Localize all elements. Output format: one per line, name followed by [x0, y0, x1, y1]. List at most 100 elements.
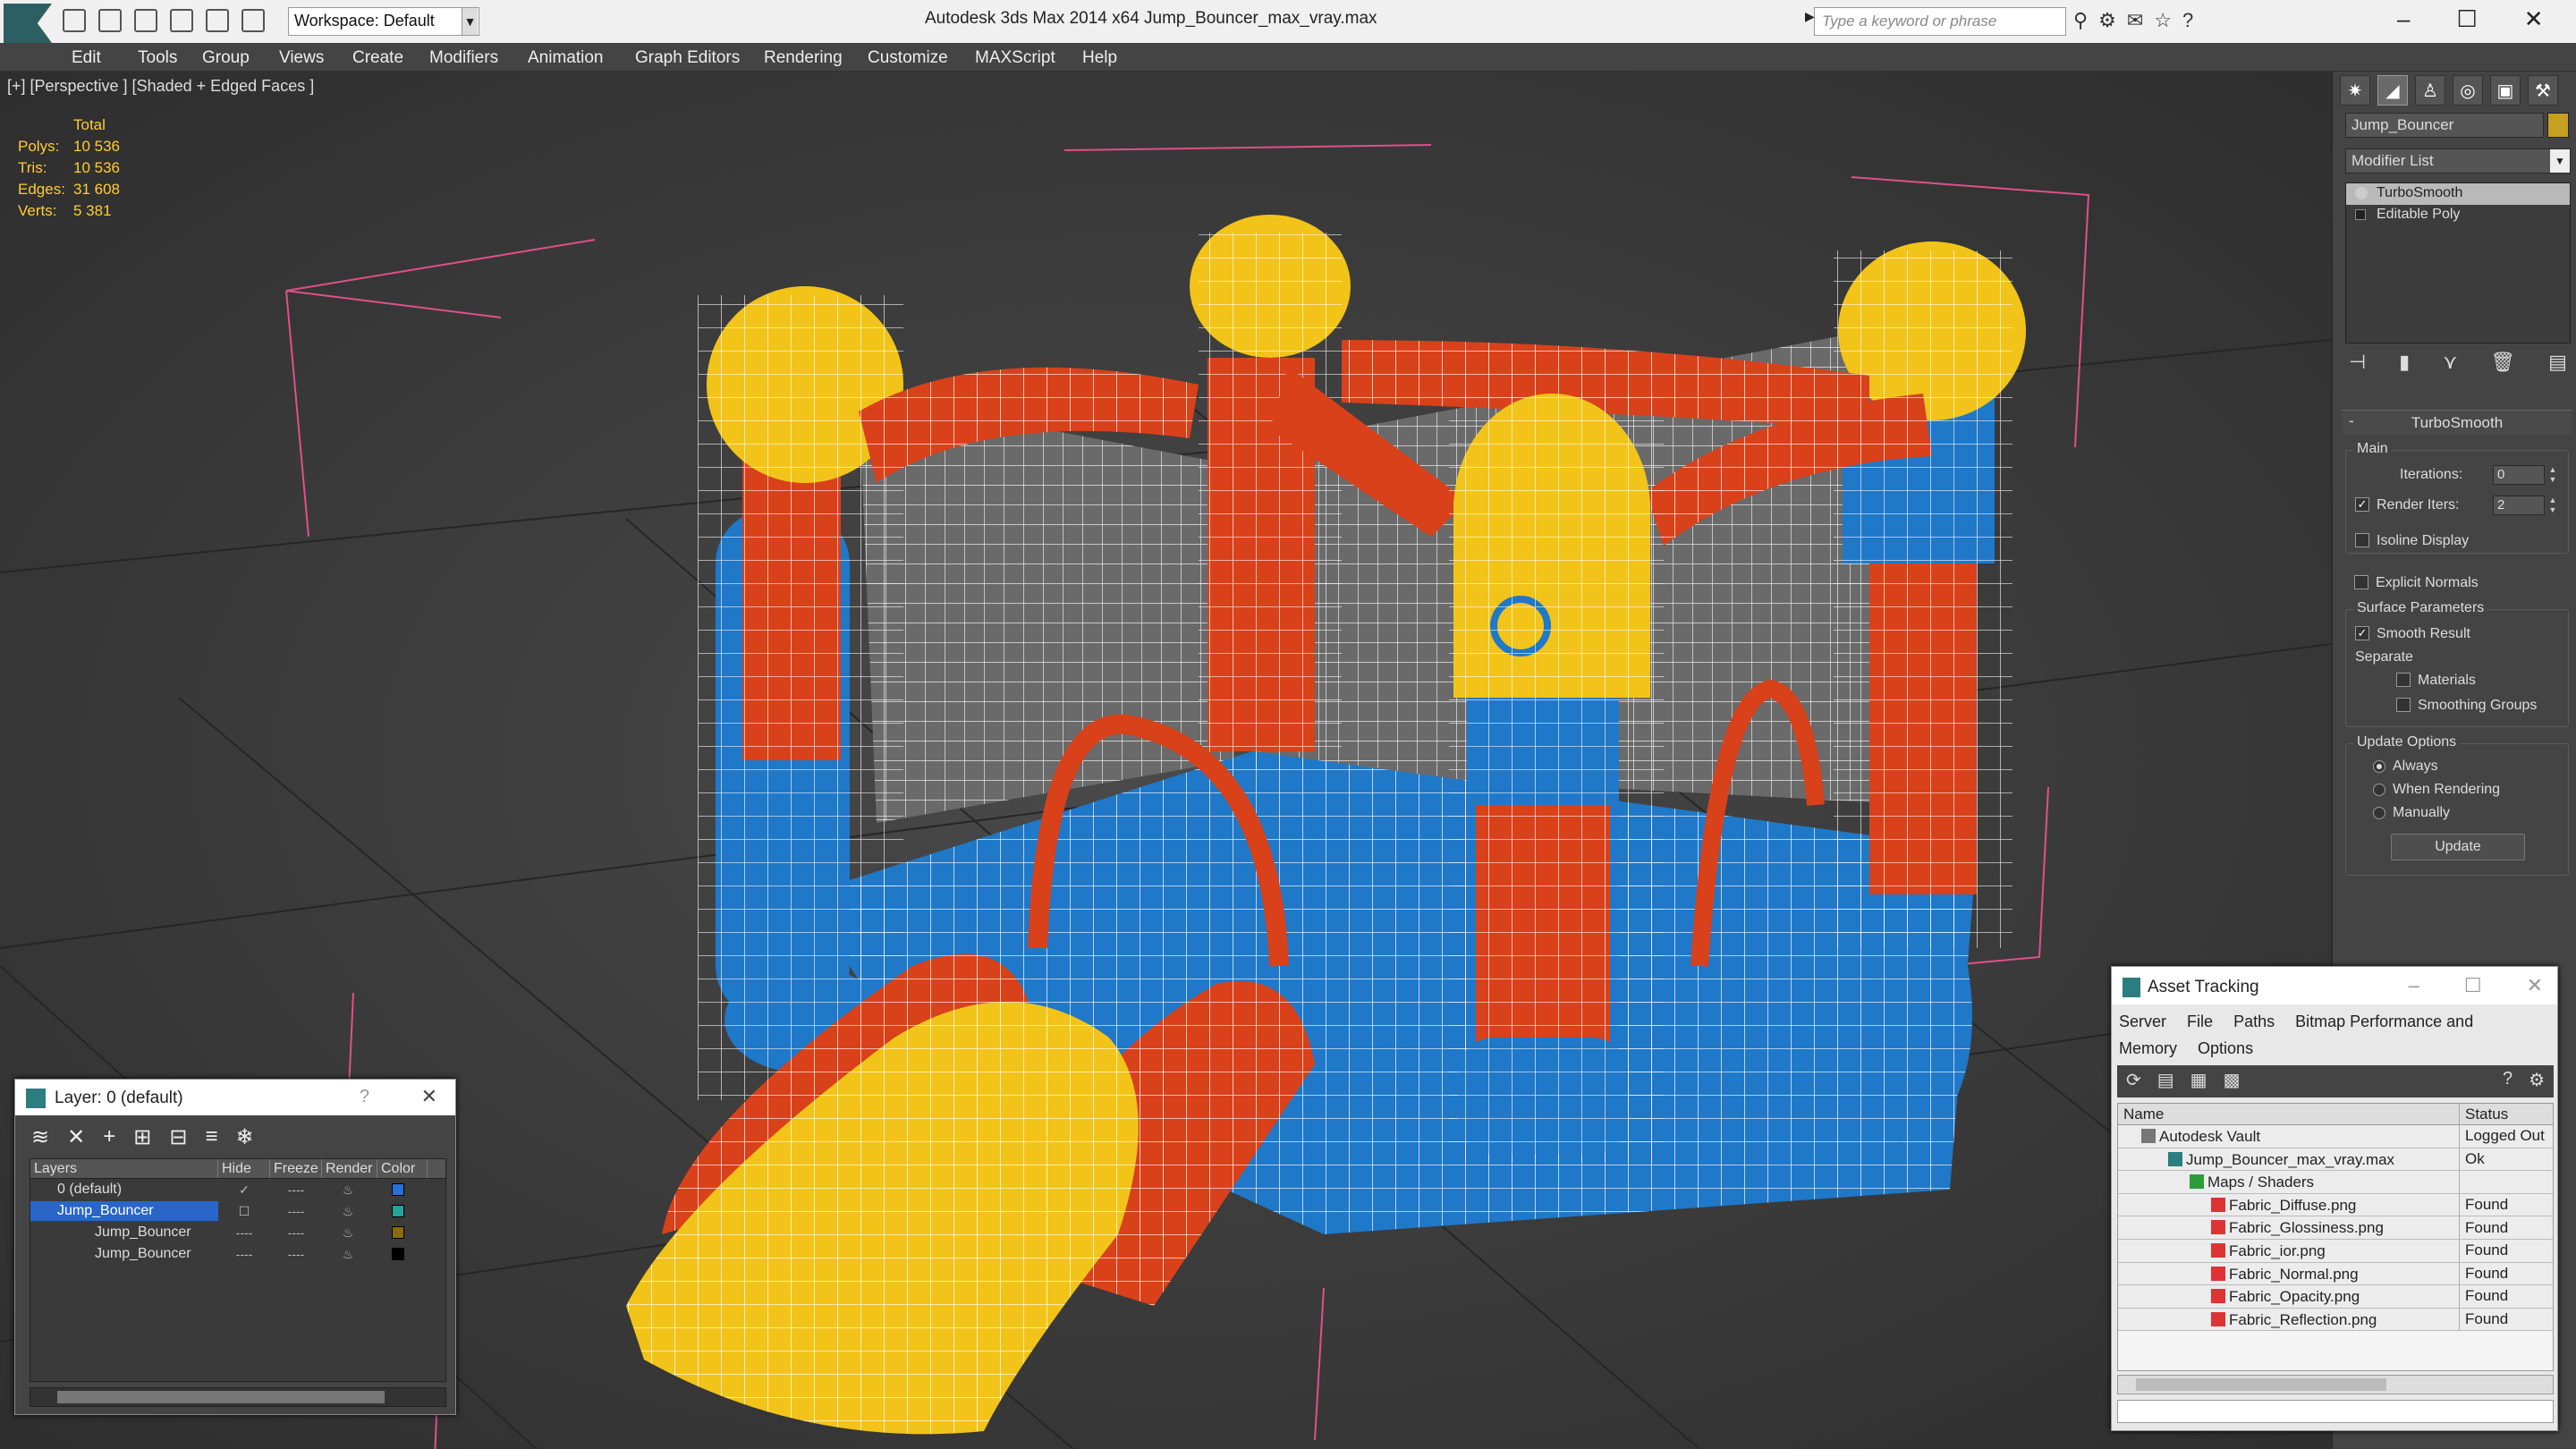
menu-edit[interactable]: Edit — [72, 48, 101, 68]
favorites-star-icon[interactable]: ☆ — [2154, 9, 2172, 32]
layer-color-swatch[interactable] — [392, 1248, 404, 1260]
column-color[interactable]: Color — [377, 1159, 428, 1178]
column-hide[interactable]: Hide — [218, 1159, 270, 1178]
asset-row[interactable]: Fabric_Normal.png Found — [2118, 1262, 2553, 1286]
column-layers[interactable]: Layers — [30, 1159, 218, 1178]
show-end-result-icon[interactable]: ▮ — [2399, 351, 2410, 383]
select-objects-icon[interactable]: ⊞ — [133, 1124, 151, 1150]
list-view-icon[interactable]: ▤ — [2157, 1069, 2174, 1094]
layer-row[interactable]: 0 (default) ✓ ---- ♨ — [30, 1179, 445, 1200]
dialog-titlebar[interactable]: Asset Tracking – ☐ ✕ — [2112, 967, 2557, 1004]
hide-toggle[interactable]: ☐ — [218, 1204, 270, 1219]
asset-row[interactable]: Autodesk Vault Logged Out — [2118, 1125, 2553, 1148]
teapot-icon[interactable]: ♨ — [322, 1182, 374, 1198]
layer-row[interactable]: Jump_Bouncer ---- ---- ♨ — [30, 1243, 445, 1265]
redo-icon[interactable] — [206, 9, 229, 32]
column-render[interactable]: Render — [322, 1159, 377, 1178]
menu-file[interactable]: File — [2187, 1013, 2213, 1030]
object-name-field[interactable]: Jump_Bouncer — [2345, 113, 2544, 138]
table-view-icon[interactable]: ▩ — [2224, 1069, 2241, 1094]
column-freeze[interactable]: Freeze — [270, 1159, 322, 1178]
maximize-icon[interactable]: ☐ — [2456, 5, 2477, 33]
teapot-icon[interactable]: ♨ — [322, 1225, 374, 1241]
layer-color-swatch[interactable] — [392, 1226, 404, 1239]
minimize-icon[interactable]: – — [2409, 974, 2419, 997]
menu-server[interactable]: Server — [2119, 1013, 2166, 1030]
render-iters-spinner[interactable]: 2 — [2493, 496, 2545, 515]
menu-create[interactable]: Create — [352, 48, 403, 68]
smoothing-groups-checkbox[interactable] — [2396, 698, 2411, 712]
menu-group[interactable]: Group — [202, 48, 250, 68]
column-status[interactable]: Status — [2460, 1104, 2553, 1124]
asset-row[interactable]: Maps / Shaders — [2118, 1171, 2553, 1194]
layer-row[interactable]: Jump_Bouncer ---- ---- ♨ — [30, 1222, 445, 1243]
make-unique-icon[interactable]: ⋎ — [2443, 351, 2457, 383]
menu-paths[interactable]: Paths — [2233, 1013, 2275, 1030]
isoline-checkbox[interactable] — [2355, 533, 2369, 547]
display-tab-icon[interactable]: ▣ — [2490, 75, 2521, 106]
spinner-arrows-icon[interactable]: ▲ ▼ — [2546, 465, 2559, 485]
menu-tools[interactable]: Tools — [138, 48, 177, 68]
project-folder-icon[interactable] — [242, 9, 265, 32]
tree-view-icon[interactable]: ▦ — [2190, 1069, 2207, 1094]
menu-graph-editors[interactable]: Graph Editors — [635, 48, 740, 68]
path-input[interactable] — [2117, 1400, 2554, 1423]
modify-tab-icon[interactable]: ◢ — [2377, 75, 2408, 106]
horizontal-scrollbar[interactable] — [30, 1387, 446, 1407]
maximize-icon[interactable]: ☐ — [2464, 974, 2482, 997]
create-tab-icon[interactable]: ✷ — [2340, 75, 2370, 106]
collapse-icon[interactable]: - — [2349, 412, 2354, 430]
hide-all-icon[interactable]: ≡ — [205, 1124, 217, 1150]
asset-row[interactable]: Jump_Bouncer_max_vray.max Ok — [2118, 1148, 2553, 1172]
rollout-header[interactable]: - TurboSmooth — [2342, 411, 2572, 434]
scrollbar-thumb[interactable] — [57, 1391, 385, 1403]
pin-stack-icon[interactable]: ⊣ — [2349, 351, 2366, 383]
dialog-titlebar[interactable]: Layer: 0 (default) ? ✕ — [15, 1080, 455, 1115]
when-rendering-radio[interactable] — [2373, 784, 2385, 796]
materials-checkbox[interactable] — [2396, 673, 2411, 687]
menu-rendering[interactable]: Rendering — [764, 48, 843, 68]
undo-icon[interactable] — [170, 9, 193, 32]
modifier-list-dropdown[interactable]: Modifier List ▼ — [2345, 148, 2571, 174]
expand-box-icon[interactable] — [2355, 209, 2366, 220]
new-file-icon[interactable] — [63, 9, 86, 32]
menu-options[interactable]: Options — [2198, 1039, 2253, 1057]
workspace-dropdown[interactable]: Workspace: Default — [288, 7, 479, 36]
asset-row[interactable]: Fabric_ior.png Found — [2118, 1239, 2553, 1263]
viewport-label[interactable]: [+] [Perspective ] [Shaded + Edged Faces… — [7, 77, 314, 96]
render-iters-checkbox[interactable]: ✓ — [2355, 497, 2369, 512]
asset-row[interactable]: Fabric_Reflection.png Found — [2118, 1308, 2553, 1332]
menu-bitmap-performance[interactable]: Bitmap Performance and Memory — [2119, 1013, 2473, 1057]
layer-row[interactable]: Jump_Bouncer ☐ ---- ♨ — [30, 1200, 445, 1222]
minimize-icon[interactable]: – — [2397, 5, 2410, 33]
new-layer-icon[interactable]: ≋ — [31, 1124, 49, 1150]
explicit-normals-checkbox[interactable] — [2354, 575, 2368, 589]
configure-sets-icon[interactable]: ▤ — [2548, 351, 2567, 383]
layer-color-swatch[interactable] — [392, 1183, 404, 1196]
freeze-toggle[interactable]: ---- — [270, 1225, 322, 1240]
close-icon[interactable]: ✕ — [2524, 5, 2544, 33]
column-name[interactable]: Name — [2118, 1104, 2460, 1124]
teapot-icon[interactable]: ♨ — [322, 1204, 374, 1219]
open-file-icon[interactable] — [98, 9, 122, 32]
freeze-toggle[interactable]: ---- — [270, 1204, 322, 1218]
smooth-result-checkbox[interactable]: ✓ — [2355, 626, 2369, 640]
spinner-arrows-icon[interactable]: ▲ ▼ — [2546, 496, 2559, 515]
manually-radio[interactable] — [2373, 807, 2385, 819]
help-icon[interactable]: ? — [2503, 1069, 2512, 1094]
asset-row[interactable]: Fabric_Glossiness.png Found — [2118, 1216, 2553, 1240]
menu-customize[interactable]: Customize — [868, 48, 948, 68]
always-radio[interactable] — [2373, 760, 2385, 773]
binoculars-icon[interactable]: ⚲ — [2073, 9, 2088, 32]
utilities-tab-icon[interactable]: ⚒ — [2528, 75, 2558, 106]
freeze-toggle[interactable]: ---- — [270, 1247, 322, 1261]
hide-toggle[interactable]: ---- — [218, 1247, 270, 1261]
object-color-swatch[interactable] — [2547, 113, 2569, 138]
chevron-down-icon[interactable]: ▼ — [2550, 149, 2570, 173]
menu-modifiers[interactable]: Modifiers — [429, 48, 498, 68]
hide-toggle[interactable]: ✓ — [218, 1182, 270, 1198]
close-icon[interactable]: ✕ — [2527, 974, 2543, 997]
subscription-icon[interactable]: ⚙ — [2098, 9, 2116, 32]
update-button[interactable]: Update — [2391, 834, 2525, 860]
help-icon[interactable]: ? — [360, 1087, 369, 1107]
